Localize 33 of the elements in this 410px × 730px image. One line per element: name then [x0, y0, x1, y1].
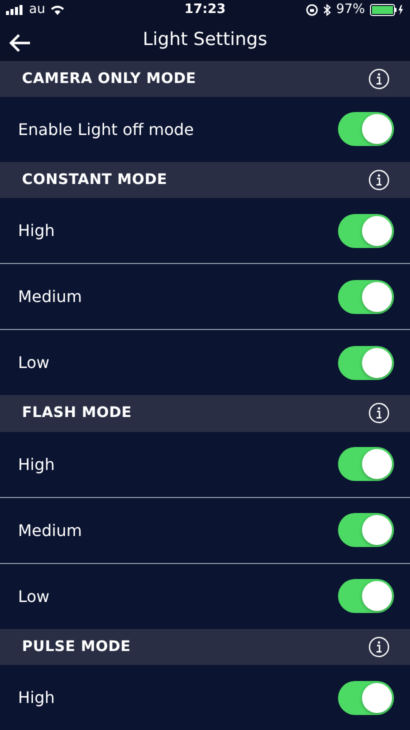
- section-title: CAMERA ONLY MODE: [22, 70, 196, 87]
- toggle-switch[interactable]: [338, 112, 394, 146]
- screen-title: Light Settings: [142, 29, 268, 50]
- toggle-switch[interactable]: [338, 579, 394, 614]
- carrier-name: au: [29, 2, 46, 18]
- setting-label: Low: [18, 353, 50, 372]
- wifi-icon: [50, 4, 66, 16]
- section-title: CONSTANT MODE: [22, 172, 168, 188]
- setting-label: Medium: [18, 520, 82, 540]
- setting-label: Low: [18, 586, 50, 606]
- info-icon[interactable]: [368, 169, 390, 192]
- signal-icon: [6, 4, 24, 15]
- battery-percent: 97%: [336, 2, 366, 18]
- toggle-switch[interactable]: [338, 447, 394, 482]
- toggle-switch[interactable]: [338, 214, 394, 248]
- setting-label: High: [18, 688, 55, 708]
- setting-label: Medium: [18, 287, 82, 306]
- info-icon[interactable]: [368, 68, 390, 90]
- info-icon[interactable]: [368, 636, 390, 658]
- setting-label: High: [18, 454, 55, 474]
- setting-label: High: [18, 221, 55, 240]
- setting-label: Enable Light off mode: [18, 120, 194, 139]
- rotation-lock-icon: [306, 4, 318, 16]
- section-title: FLASH MODE: [22, 405, 132, 422]
- toggle-switch[interactable]: [338, 346, 394, 380]
- info-icon[interactable]: [368, 402, 390, 424]
- section-title: PULSE MODE: [22, 638, 131, 655]
- status-time: 17:23: [184, 2, 226, 18]
- toggle-switch[interactable]: [338, 513, 394, 548]
- battery-charging-icon: [370, 4, 404, 16]
- toggle-switch[interactable]: [338, 280, 394, 314]
- bluetooth-icon: [323, 4, 332, 16]
- toggle-switch[interactable]: [338, 680, 394, 715]
